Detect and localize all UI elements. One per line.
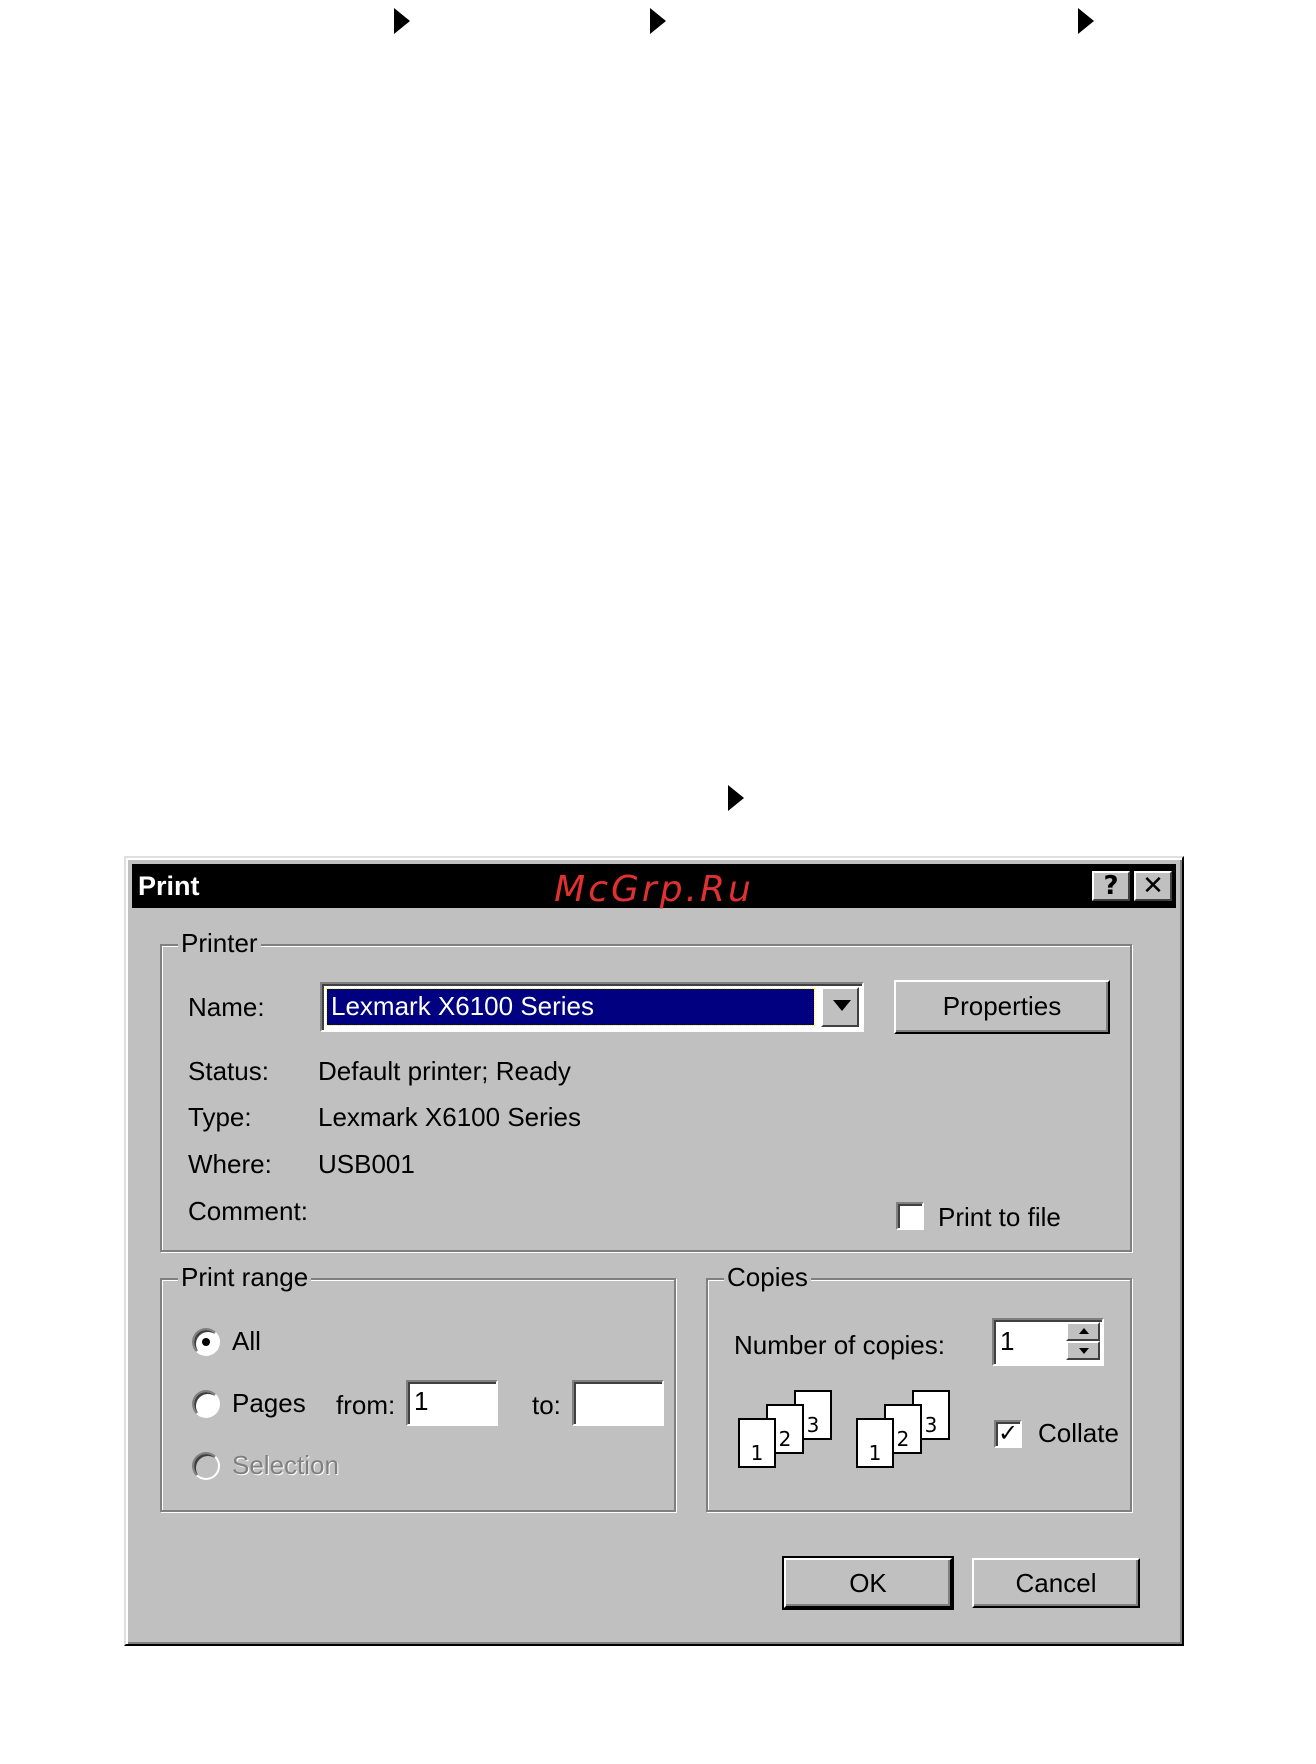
from-label: from: (336, 1390, 396, 1420)
printer-group: Printer Name: Lexmark X6100 Series Prope… (160, 928, 1132, 1252)
number-of-copies-label: Number of copies: (734, 1330, 945, 1360)
watermark: McGrp.Ru (554, 869, 754, 910)
title-bar[interactable]: Print McGrp.Ru ? ✕ (132, 864, 1176, 910)
selection-label: Selection (232, 1450, 339, 1480)
all-label[interactable]: All (232, 1326, 261, 1357)
checkmark-icon: ✓ (997, 1419, 1019, 1447)
ok-button[interactable]: OK (782, 1556, 954, 1610)
close-button[interactable]: ✕ (1134, 871, 1172, 901)
copies-value: 1 (1000, 1326, 1015, 1356)
cancel-button[interactable]: Cancel (972, 1558, 1140, 1608)
print-to-file-label[interactable]: Print to file (938, 1202, 1061, 1233)
chevron-down-icon[interactable] (821, 987, 859, 1027)
printer-name-value: Lexmark X6100 Series (326, 988, 815, 1026)
print-dialog: Print McGrp.Ru ? ✕ Printer Name: Lexmark… (124, 856, 1184, 1646)
collate-illustration: 3 2 1 (738, 1390, 848, 1480)
pages-radio[interactable] (192, 1390, 220, 1418)
print-range-group: Print range All Pages from: 1 to: Select… (160, 1262, 676, 1512)
to-label: to: (532, 1390, 561, 1420)
status-value: Default printer; Ready (318, 1056, 571, 1086)
name-label: Name: (188, 992, 265, 1022)
print-to-file-checkbox[interactable] (896, 1202, 924, 1230)
bullet-arrow-icon (394, 8, 410, 34)
type-value: Lexmark X6100 Series (318, 1102, 582, 1132)
where-label: Where: (188, 1149, 272, 1179)
comment-label: Comment: (188, 1196, 308, 1226)
spin-down-icon[interactable] (1066, 1341, 1100, 1360)
bullet-arrow-icon (1078, 8, 1094, 34)
to-input[interactable] (572, 1380, 664, 1426)
type-label: Type: (188, 1102, 252, 1132)
print-range-legend: Print range (178, 1262, 312, 1293)
bullet-arrow-icon (650, 8, 666, 34)
printer-legend: Printer (178, 928, 261, 959)
copies-spinner[interactable]: 1 (992, 1318, 1104, 1366)
collate-page: 1 (738, 1418, 776, 1468)
properties-button[interactable]: Properties (894, 980, 1110, 1034)
copies-legend: Copies (724, 1262, 811, 1293)
spin-up-icon[interactable] (1066, 1322, 1100, 1341)
status-label: Status: (188, 1056, 269, 1086)
where-value: USB001 (318, 1149, 415, 1179)
collate-page: 1 (856, 1418, 894, 1468)
collate-label[interactable]: Collate (1038, 1418, 1119, 1449)
from-input[interactable]: 1 (406, 1380, 498, 1426)
collate-illustration: 3 2 1 (856, 1390, 966, 1480)
collate-checkbox[interactable]: ✓ (994, 1420, 1022, 1448)
selection-radio (192, 1452, 220, 1480)
all-radio[interactable] (192, 1328, 220, 1356)
copies-group: Copies Number of copies: 1 3 2 1 3 2 1 ✓… (706, 1262, 1132, 1512)
bullet-arrow-icon (728, 785, 744, 811)
help-button[interactable]: ? (1092, 871, 1130, 901)
pages-label[interactable]: Pages (232, 1388, 306, 1419)
printer-name-combobox[interactable]: Lexmark X6100 Series (320, 982, 864, 1032)
